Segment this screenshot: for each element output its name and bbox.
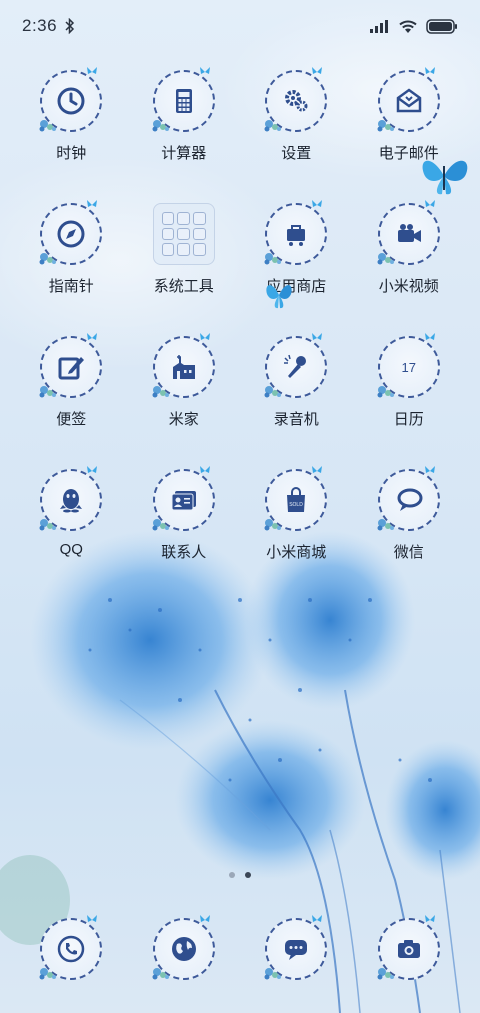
app-label: 小米商城 (266, 544, 327, 561)
browser-globe-icon (152, 915, 215, 980)
clock-icon (39, 67, 103, 132)
message-icon (264, 915, 328, 980)
dock (15, 915, 466, 980)
app-label: 设置 (281, 145, 312, 162)
calculator-icon (152, 67, 215, 132)
app-label: 录音机 (273, 411, 319, 428)
phone-icon (39, 915, 103, 980)
penguin-icon (39, 466, 103, 531)
dock-camera[interactable] (353, 915, 466, 980)
app-compass[interactable]: 指南针 (15, 200, 128, 336)
app-calculator[interactable]: 计算器 (128, 67, 241, 203)
page-dot-active[interactable] (245, 872, 251, 878)
app-clock[interactable]: 时钟 (15, 67, 128, 203)
app-qq[interactable]: QQ (15, 466, 128, 602)
cart-icon (264, 200, 328, 265)
status-time: 2:36 (22, 16, 58, 35)
app-label: 便签 (56, 411, 87, 428)
page-indicator[interactable] (0, 872, 480, 878)
app-label: 时钟 (56, 145, 87, 162)
status-bar: 2:36 (0, 0, 480, 52)
app-wechat[interactable]: 微信 (353, 466, 466, 602)
wifi-icon (399, 20, 417, 33)
chat-bubble-icon (377, 466, 440, 531)
video-camera-icon (377, 200, 440, 265)
app-label: 米家 (168, 411, 199, 428)
house-icon (152, 333, 215, 398)
folder-icon (152, 203, 215, 265)
app-notes[interactable]: 便签 (15, 333, 128, 469)
app-calendar[interactable]: 17 日历 (353, 333, 466, 469)
butterfly-icon (422, 160, 468, 195)
note-edit-icon (39, 333, 103, 398)
dock-phone[interactable] (15, 915, 128, 980)
app-label: 指南针 (48, 278, 94, 295)
calendar-date: 17 (401, 359, 416, 375)
signal-icon (370, 20, 388, 33)
compass-icon (39, 200, 103, 265)
app-label: 日历 (393, 411, 424, 428)
app-mi-home[interactable]: 米家 (128, 333, 241, 469)
app-label: 微信 (393, 544, 424, 561)
bluetooth-icon (65, 18, 75, 34)
app-label: 小米视频 (378, 278, 439, 295)
app-label: QQ (59, 541, 83, 558)
app-label: 系统工具 (153, 278, 214, 295)
battery-icon (426, 18, 457, 34)
app-contacts[interactable]: 联系人 (128, 466, 241, 602)
bag-text: SOLD (289, 502, 303, 508)
calendar-icon: 17 (377, 333, 440, 398)
shopping-bag-icon: SOLD (264, 466, 328, 531)
gear-icon (264, 67, 328, 132)
app-mi-store[interactable]: SOLD 小米商城 (240, 466, 353, 602)
dock-messages[interactable] (240, 915, 353, 980)
app-label: 计算器 (161, 145, 207, 162)
butterfly-icon (266, 285, 292, 309)
app-settings[interactable]: 设置 (240, 67, 353, 203)
camera-icon (377, 915, 440, 980)
microphone-icon (264, 333, 328, 398)
app-grid: 时钟 计算器 设置 电子邮件 指南针 系统工具 应用商店 小米视频 便签 米家 … (15, 67, 466, 602)
mail-icon (377, 67, 440, 132)
app-mi-video[interactable]: 小米视频 (353, 200, 466, 336)
dock-browser[interactable] (128, 915, 241, 980)
contacts-card-icon (152, 466, 215, 531)
app-app-store[interactable]: 应用商店 (240, 200, 353, 336)
app-recorder[interactable]: 录音机 (240, 333, 353, 469)
page-dot[interactable] (229, 872, 235, 878)
app-label: 联系人 (161, 544, 207, 561)
app-folder-system-tools[interactable]: 系统工具 (128, 203, 241, 336)
